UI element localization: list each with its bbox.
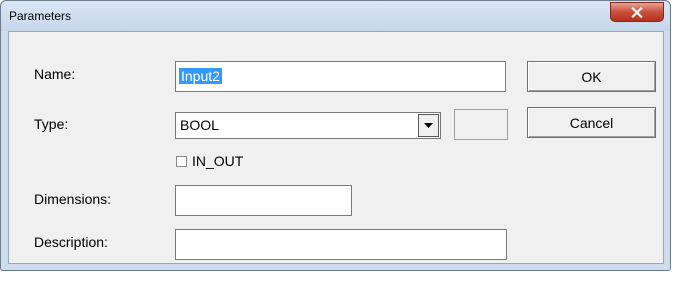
cancel-button[interactable]: Cancel <box>527 107 656 138</box>
in-out-checkbox[interactable] <box>176 156 187 167</box>
type-size-field <box>454 109 508 140</box>
type-label: Type: <box>34 116 69 132</box>
description-label: Description: <box>34 234 108 250</box>
description-input[interactable] <box>175 229 507 260</box>
parameters-dialog: Parameters Name: Input2 Type: BOOL IN_OU… <box>0 0 671 271</box>
name-label: Name: <box>34 66 76 82</box>
type-select[interactable]: BOOL <box>175 112 441 139</box>
name-input[interactable]: Input2 <box>175 61 506 92</box>
dialog-body: Name: Input2 Type: BOOL IN_OUT Dimension… <box>8 31 664 264</box>
name-input-value: Input2 <box>179 68 222 84</box>
dimensions-label: Dimensions: <box>34 191 112 207</box>
window-title: Parameters <box>9 9 72 23</box>
in-out-label: IN_OUT <box>192 153 244 169</box>
chevron-down-icon <box>424 123 433 128</box>
close-icon <box>631 6 643 18</box>
type-dropdown-button[interactable] <box>418 114 439 137</box>
close-button[interactable] <box>610 2 664 22</box>
ok-button[interactable]: OK <box>527 61 656 92</box>
title-bar[interactable]: Parameters <box>1 1 670 31</box>
type-select-value: BOOL <box>180 117 219 133</box>
dimensions-input[interactable] <box>175 185 352 216</box>
